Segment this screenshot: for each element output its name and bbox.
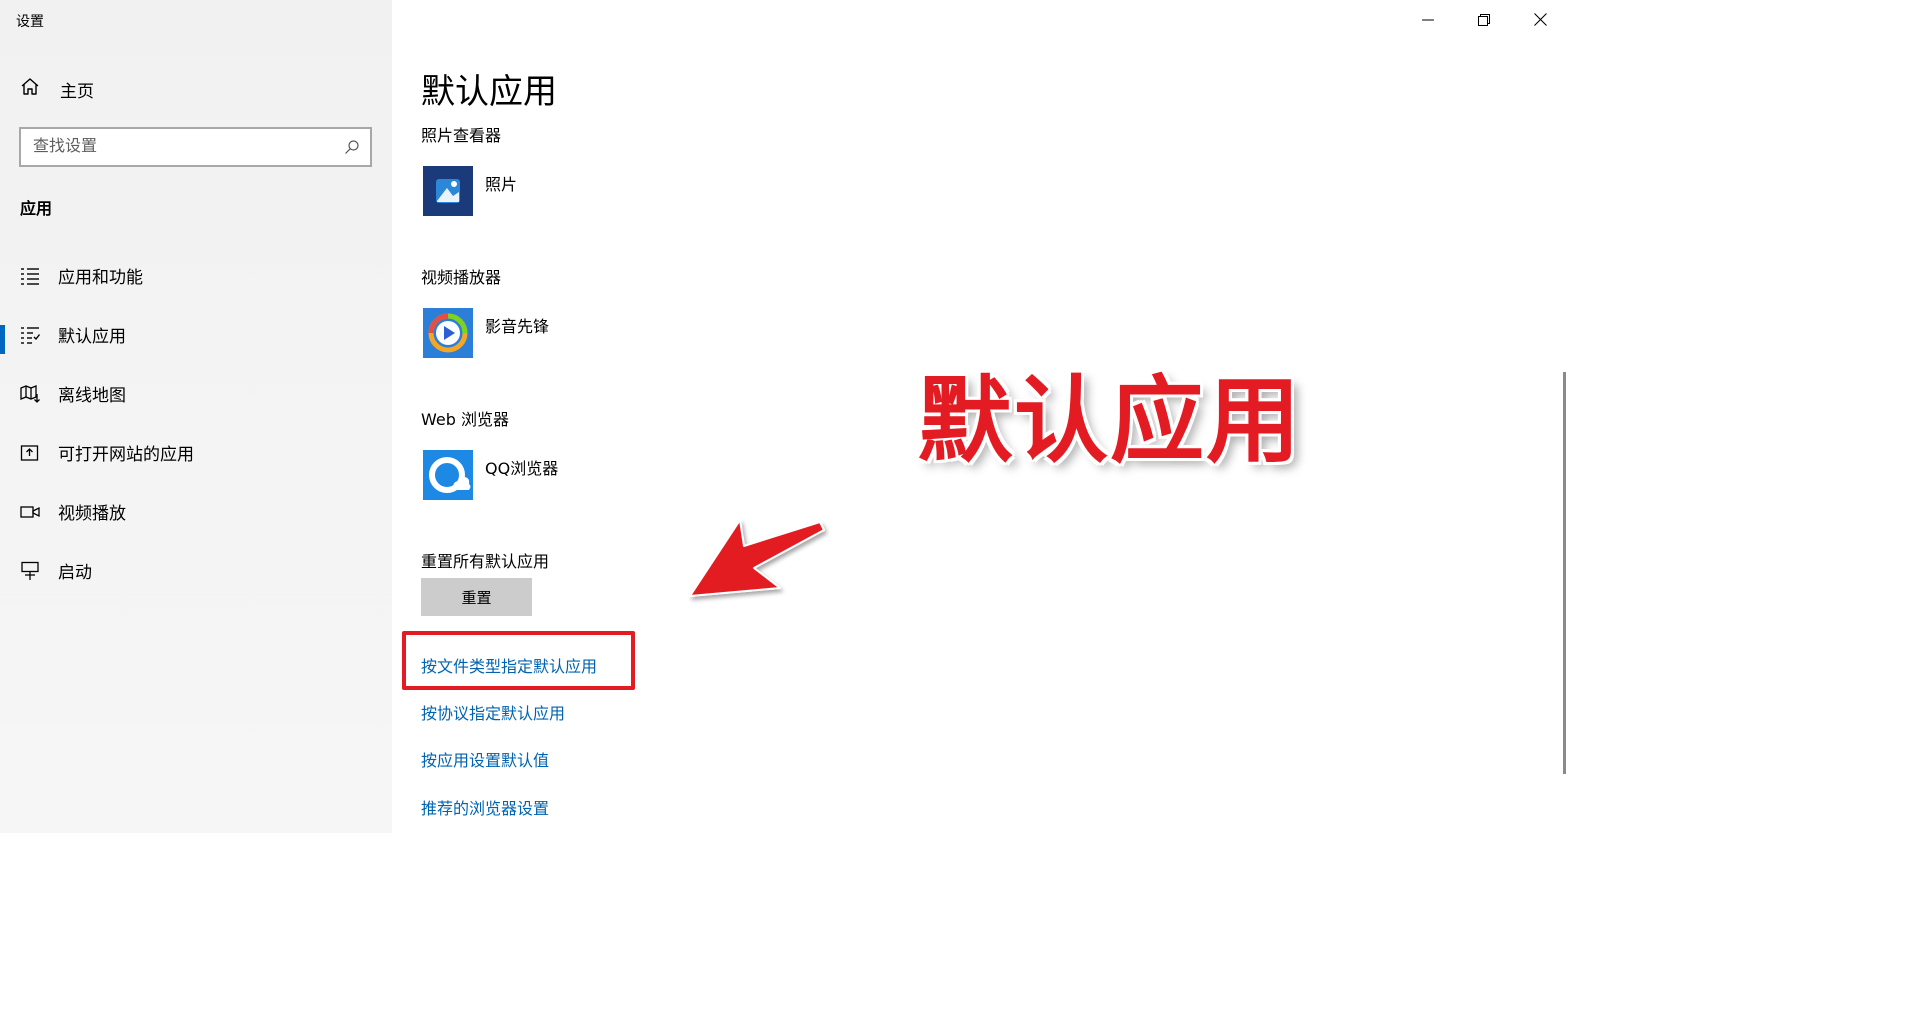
apps-for-websites-icon <box>20 443 40 463</box>
sidebar-item-label: 可打开网站的应用 <box>58 445 194 465</box>
active-indicator <box>0 325 5 354</box>
sidebar-item-label: 启动 <box>58 563 92 583</box>
photos-app-icon <box>423 166 473 216</box>
group-label-web-browser: Web 浏览器 <box>421 410 509 429</box>
qq-browser-icon <box>423 450 473 500</box>
app-name: QQ浏览器 <box>485 459 559 478</box>
video-player-app-button[interactable]: 影音先锋 <box>423 308 549 358</box>
xfplay-app-icon <box>423 308 473 358</box>
reset-button[interactable]: 重置 <box>421 578 532 616</box>
apps-features-icon <box>20 266 40 286</box>
annotation-overlay-text: 默认应用 <box>918 367 1303 476</box>
offline-maps-icon <box>20 384 40 404</box>
sidebar-nav: 应用和功能 默认应用 离线地图 可打开网站的应用 视频播放 启动 <box>0 246 392 600</box>
search-icon[interactable] <box>344 139 360 159</box>
home-nav-item[interactable]: 主页 <box>20 76 94 102</box>
app-name: 照片 <box>485 175 518 194</box>
link-choose-by-file-type[interactable]: 按文件类型指定默认应用 <box>421 653 597 677</box>
reset-label: 重置所有默认应用 <box>421 552 550 571</box>
photo-viewer-app-button[interactable]: 照片 <box>423 166 517 216</box>
search-input[interactable] <box>33 136 323 155</box>
sidebar-item-label: 默认应用 <box>58 327 126 347</box>
home-label: 主页 <box>60 81 94 102</box>
scrollbar[interactable] <box>1563 372 1566 774</box>
sidebar-item-video-playback[interactable]: 视频播放 <box>0 482 392 541</box>
section-label: 应用 <box>20 199 53 218</box>
startup-icon <box>20 561 40 581</box>
sidebar-item-apps-features[interactable]: 应用和功能 <box>0 246 392 305</box>
annotation-arrow-icon <box>684 516 834 610</box>
sidebar-item-label: 视频播放 <box>58 504 126 524</box>
link-recommended-browser-settings[interactable]: 推荐的浏览器设置 <box>421 795 549 819</box>
default-apps-icon <box>20 325 40 345</box>
video-playback-icon <box>20 502 40 522</box>
home-icon <box>20 77 40 101</box>
link-choose-by-protocol[interactable]: 按协议指定默认应用 <box>421 700 565 724</box>
sidebar-item-offline-maps[interactable]: 离线地图 <box>0 364 392 423</box>
sidebar-item-label: 离线地图 <box>58 386 126 406</box>
sidebar-item-label: 应用和功能 <box>58 268 143 288</box>
app-name: 影音先锋 <box>485 317 550 336</box>
window-title: 设置 <box>16 14 44 30</box>
page-title: 默认应用 <box>421 72 557 112</box>
sidebar-item-apps-for-websites[interactable]: 可打开网站的应用 <box>0 423 392 482</box>
link-set-defaults-by-app[interactable]: 按应用设置默认值 <box>421 747 549 771</box>
group-label-video-player: 视频播放器 <box>421 268 502 287</box>
search-box[interactable] <box>19 127 372 167</box>
sidebar-item-default-apps[interactable]: 默认应用 <box>0 305 392 364</box>
sidebar: 设置 主页 应用 应用和功能 默认应用 <box>0 0 392 833</box>
sidebar-item-startup[interactable]: 启动 <box>0 541 392 600</box>
group-label-photo-viewer: 照片查看器 <box>421 126 502 145</box>
web-browser-app-button[interactable]: QQ浏览器 <box>423 450 558 500</box>
